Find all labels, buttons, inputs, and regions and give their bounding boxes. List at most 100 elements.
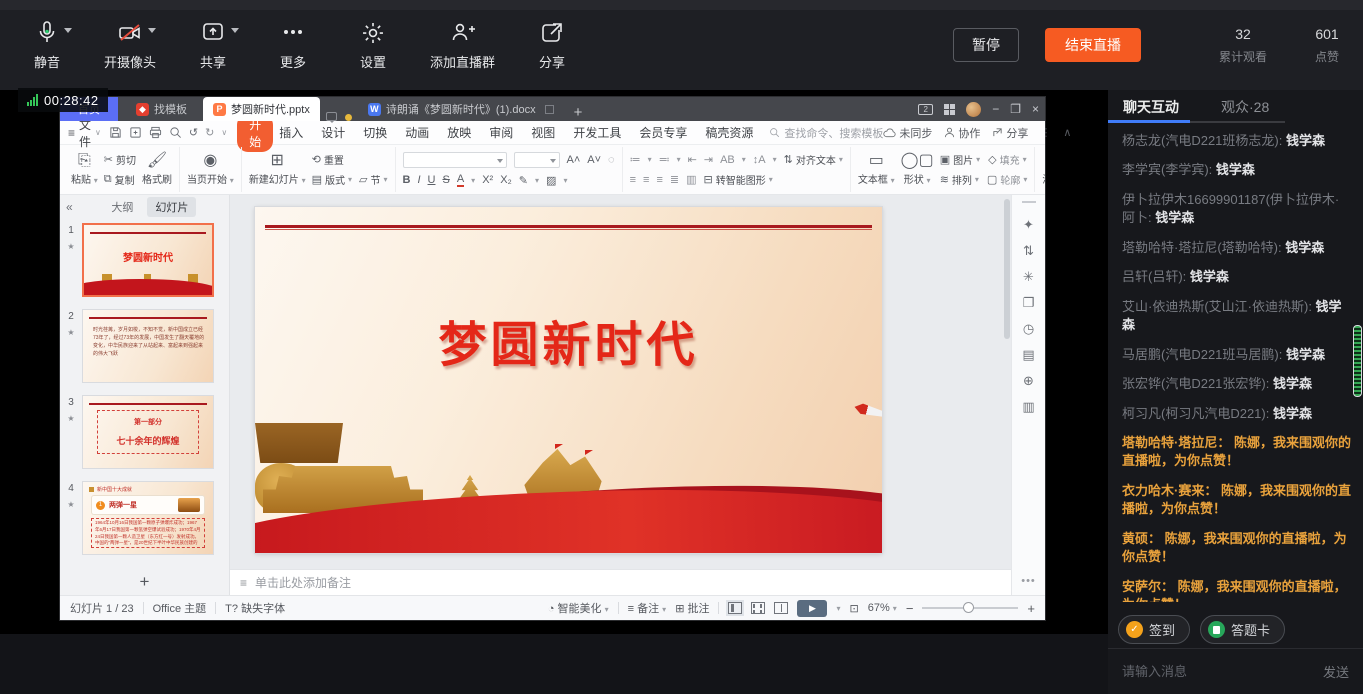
slideshow-play-button[interactable]: ▶: [797, 600, 827, 617]
end-live-button[interactable]: 结束直播: [1045, 28, 1141, 62]
normal-view-icon[interactable]: [728, 602, 742, 614]
indent-icon[interactable]: ⇥: [704, 153, 713, 166]
arrange-button[interactable]: ≋排列▾: [940, 172, 979, 187]
decrease-font-icon[interactable]: A˅: [587, 154, 601, 166]
skin-rocket-icon[interactable]: ✦: [1023, 218, 1034, 231]
theme-name[interactable]: Office 主题: [153, 600, 207, 616]
menu-item[interactable]: 设计: [321, 124, 345, 141]
notes-toggle[interactable]: ≡ 备注 ▾: [628, 600, 667, 616]
highlight-color-icon[interactable]: ▨: [546, 174, 556, 187]
superscript-icon[interactable]: X²: [482, 174, 493, 186]
paste-button[interactable]: ⎘ 粘贴 ▾: [71, 153, 98, 186]
font-size-select[interactable]: [514, 152, 560, 168]
cut-button[interactable]: ✂剪切: [104, 152, 136, 167]
share-link-button[interactable]: 分享: [529, 18, 575, 71]
slide-thumbnail-4[interactable]: 新中国十大成就 1 两弹一星 1964年10月16日我国第一颗原子弹爆炸成功；1…: [82, 481, 214, 555]
to-smartart-button[interactable]: ⊟转智能图形▾: [703, 172, 772, 187]
picture-button[interactable]: ▣图片▾: [940, 152, 980, 167]
more-button[interactable]: 更多: [270, 18, 316, 71]
slide-thumbnail-2[interactable]: 时光荏苒，岁月如梭，不知不觉，新中国成立已经73年了，经过73年的发展，中国发生…: [82, 309, 214, 383]
text-direction-icon[interactable]: AB: [720, 154, 735, 166]
increase-font-icon[interactable]: A˄: [567, 154, 581, 166]
new-tab-button[interactable]: +: [564, 104, 593, 121]
outline-button[interactable]: ▢轮廓▾: [987, 172, 1027, 187]
share-screen-button[interactable]: 共享: [190, 18, 236, 71]
present-tools-button[interactable]: 🖵 演示工具 ▾: [1042, 153, 1045, 186]
new-slide-button[interactable]: ⊞ 新建幻灯片 ▾: [249, 153, 306, 186]
chat-message-input[interactable]: [1122, 664, 1309, 679]
notes-bar[interactable]: ≡ 单击此处添加备注: [230, 569, 1011, 595]
maximize-button[interactable]: ❐: [1010, 103, 1021, 115]
menu-item[interactable]: 切换: [363, 124, 387, 141]
rail-handle[interactable]: [1022, 201, 1036, 203]
beautify-button[interactable]: ◔ 智能美化 ▾: [548, 600, 609, 616]
play-from-current-button[interactable]: ◉ 当页开始 ▾: [187, 153, 234, 186]
font-color-icon[interactable]: A: [457, 173, 464, 187]
timer-clock-icon[interactable]: ◷: [1023, 322, 1034, 335]
mute-button[interactable]: 静音: [24, 18, 70, 71]
more-menu-icon[interactable]: ⋮: [1040, 126, 1051, 139]
reading-view-icon[interactable]: ▥: [1022, 400, 1034, 413]
section-button[interactable]: ▱节▾: [359, 172, 387, 187]
zoom-out-button[interactable]: −: [906, 601, 914, 616]
slide-library-icon[interactable]: ❐: [1023, 296, 1035, 309]
align-center-icon[interactable]: ≡: [643, 174, 649, 186]
align-right-icon[interactable]: ≡: [656, 174, 662, 186]
resource-icon[interactable]: ▤: [1022, 348, 1034, 361]
outdent-icon[interactable]: ⇤: [688, 153, 697, 166]
current-slide[interactable]: 梦圆新时代: [255, 207, 882, 553]
minimize-button[interactable]: −: [992, 103, 999, 115]
fit-to-window-icon[interactable]: ⊡: [849, 602, 858, 615]
menu-item[interactable]: 开发工具: [573, 124, 621, 141]
chevron-down-icon[interactable]: [231, 28, 239, 33]
number-list-icon[interactable]: ≕: [659, 153, 670, 166]
underline-icon[interactable]: U: [428, 174, 436, 186]
subscript-icon[interactable]: X₂: [500, 174, 512, 186]
zoom-in-button[interactable]: +: [1027, 601, 1035, 616]
tab-slides[interactable]: 幻灯片: [147, 197, 196, 217]
bullet-list-icon[interactable]: ≔: [630, 153, 641, 166]
add-live-group-button[interactable]: 添加直播群: [430, 18, 495, 71]
export-icon[interactable]: [129, 126, 142, 139]
chevron-down-icon[interactable]: [64, 28, 72, 33]
italic-icon[interactable]: I: [417, 174, 420, 186]
workspace-grid-icon[interactable]: [944, 104, 955, 115]
slide-title[interactable]: 梦圆新时代: [255, 305, 882, 375]
layout-button[interactable]: ▤版式▾: [312, 172, 352, 187]
pause-button[interactable]: 暂停: [953, 28, 1019, 62]
zoom-slider[interactable]: [922, 607, 1018, 609]
settings-button[interactable]: 设置: [350, 18, 396, 71]
bold-icon[interactable]: B: [403, 174, 411, 186]
collaborate-button[interactable]: 协作: [944, 125, 980, 141]
line-spacing-icon[interactable]: ↕A: [753, 154, 766, 166]
missing-font-warning[interactable]: T? 缺失字体: [225, 600, 285, 616]
sign-in-button[interactable]: ✓ 签到: [1118, 615, 1190, 644]
menu-item[interactable]: 审阅: [489, 124, 513, 141]
add-slide-button[interactable]: +: [60, 569, 229, 595]
rail-more-dots[interactable]: •••: [1021, 575, 1036, 587]
tab-docx[interactable]: W 诗朗诵《梦圆新时代》(1).docx: [358, 97, 564, 121]
save-icon[interactable]: [109, 126, 122, 139]
columns-icon[interactable]: ▥: [686, 173, 696, 186]
tab-outline[interactable]: 大纲: [103, 197, 141, 217]
font-family-select[interactable]: [403, 152, 507, 168]
beautify-wand-icon[interactable]: ✳: [1023, 270, 1034, 283]
align-left-icon[interactable]: ≡: [630, 174, 636, 186]
properties-icon[interactable]: ⇅: [1023, 244, 1034, 257]
redo-icon[interactable]: ↻: [205, 126, 214, 139]
justify-icon[interactable]: ≣: [670, 173, 679, 186]
print-preview-icon[interactable]: [169, 126, 182, 139]
menu-item[interactable]: 插入: [279, 124, 303, 141]
menu-item[interactable]: 放映: [447, 124, 471, 141]
print-icon[interactable]: [149, 126, 162, 139]
format-painter-button[interactable]: 🖌 格式刷: [142, 153, 172, 186]
zoom-level[interactable]: 67% ▾: [868, 602, 897, 614]
chevron-down-icon[interactable]: ▾: [836, 604, 840, 613]
reading-view-icon[interactable]: [774, 602, 788, 614]
shapes-button[interactable]: ◯▢ 形状 ▾: [901, 153, 934, 186]
clear-format-icon[interactable]: ◌: [608, 154, 615, 166]
menu-item[interactable]: 会员专享: [639, 124, 687, 141]
close-button[interactable]: ×: [1032, 103, 1039, 115]
strikethrough-icon[interactable]: S: [442, 174, 449, 186]
slide-sorter-icon[interactable]: [751, 602, 765, 614]
